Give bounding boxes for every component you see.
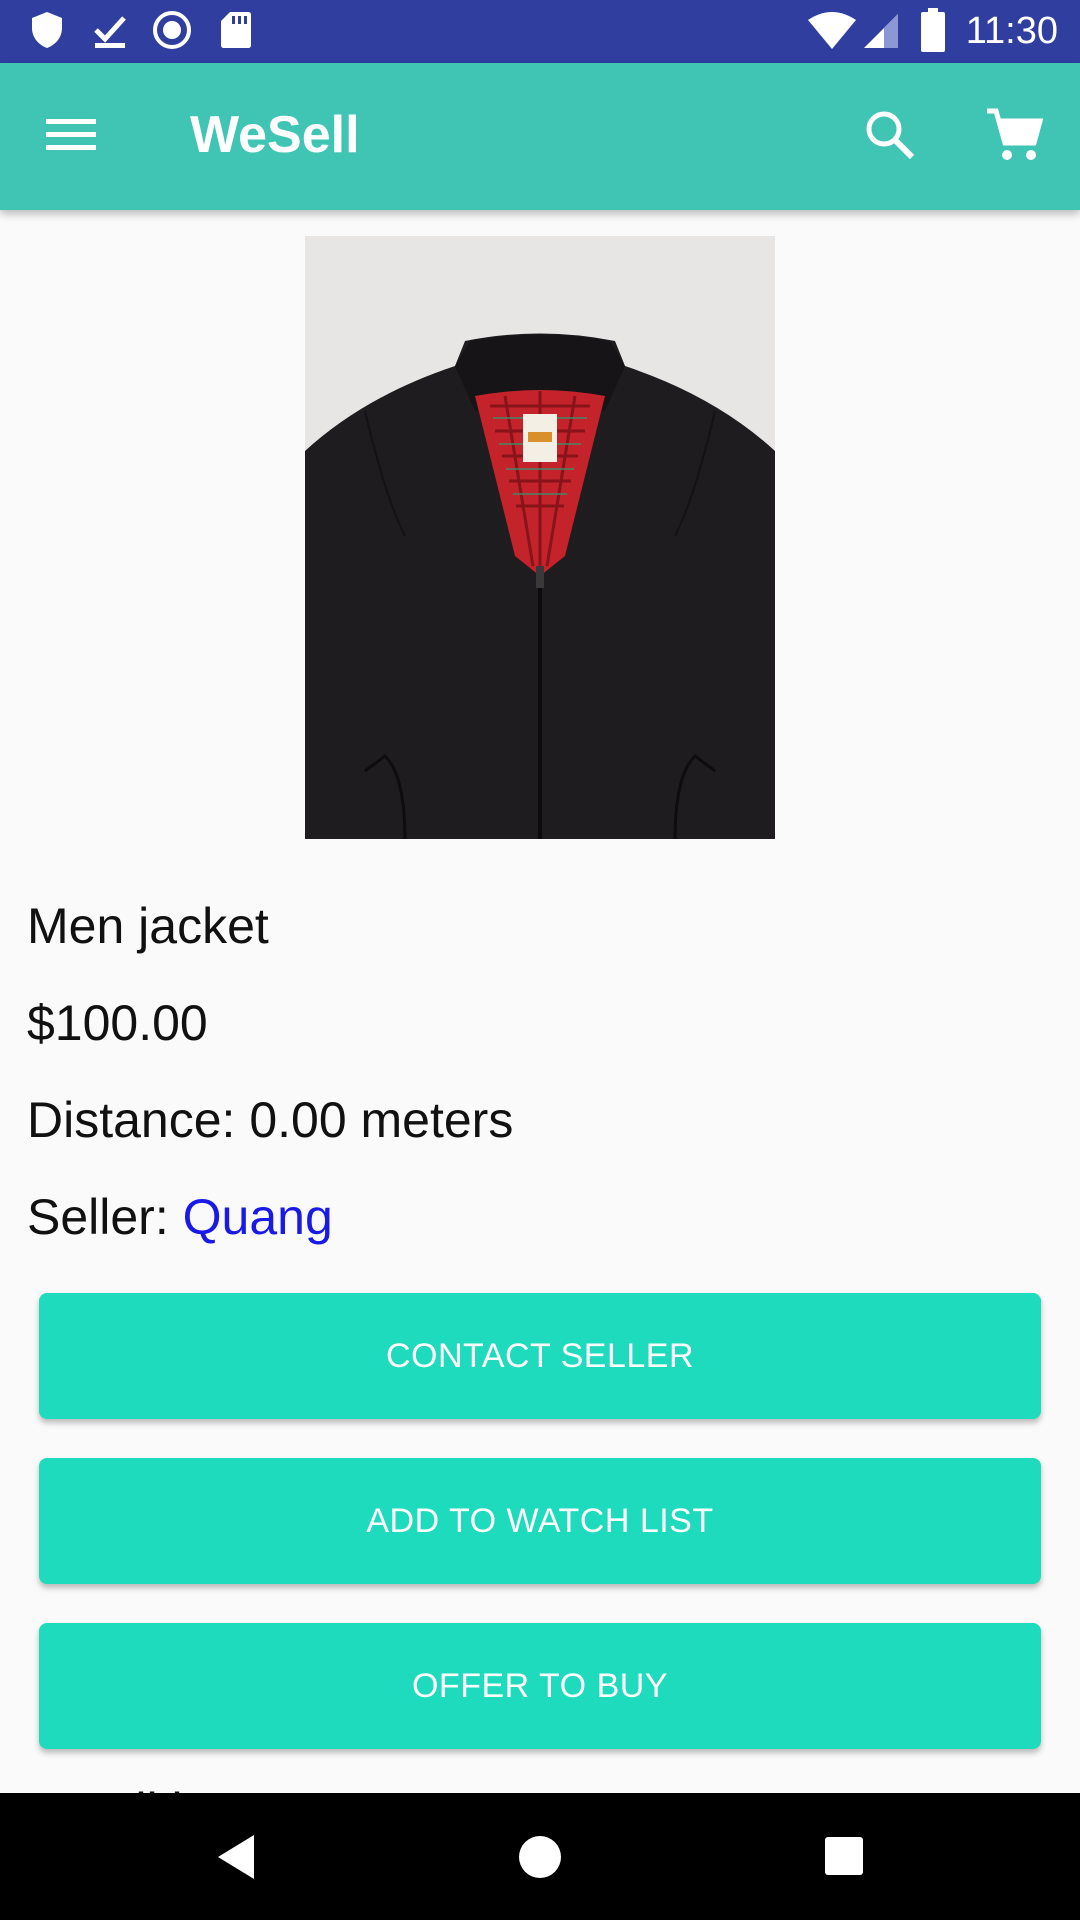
offer-to-buy-button[interactable]: OFFER TO BUY: [39, 1623, 1041, 1749]
app-bar: WeSell: [0, 63, 1080, 210]
wifi-icon: [806, 12, 858, 54]
seller-label: Seller:: [27, 1189, 183, 1245]
cell-signal-icon: [862, 12, 900, 54]
navigation-bar: [0, 1793, 1080, 1920]
contact-seller-button[interactable]: CONTACT SELLER: [39, 1293, 1041, 1419]
status-time: 11:30: [965, 10, 1058, 52]
product-price: $100.00: [27, 995, 208, 1051]
app-title: WeSell: [190, 106, 360, 164]
add-to-watch-list-button[interactable]: ADD TO WATCH LIST: [39, 1458, 1041, 1584]
search-icon[interactable]: [862, 107, 918, 167]
sd-card-icon: [220, 10, 252, 54]
record-icon: [152, 10, 192, 54]
product-distance: Distance: 0.00 meters: [27, 1092, 514, 1148]
download-done-icon: [92, 10, 128, 54]
shield-icon: [30, 10, 64, 54]
home-icon[interactable]: [518, 1835, 562, 1883]
menu-icon[interactable]: [44, 115, 100, 159]
product-detail: Men jacket $100.00 Distance: 0.00 meters…: [0, 210, 1080, 1793]
battery-icon: [920, 8, 946, 56]
product-condition: Condition: N: [27, 1782, 302, 1793]
recents-icon[interactable]: [824, 1836, 864, 1880]
jacket-image: [305, 236, 775, 839]
seller-link[interactable]: Quang: [183, 1189, 333, 1245]
product-name: Men jacket: [27, 898, 269, 954]
back-icon[interactable]: [214, 1833, 258, 1885]
cart-icon[interactable]: [984, 105, 1044, 169]
status-bar: 11:30: [0, 0, 1080, 63]
seller-line: Seller: Quang: [27, 1187, 333, 1247]
